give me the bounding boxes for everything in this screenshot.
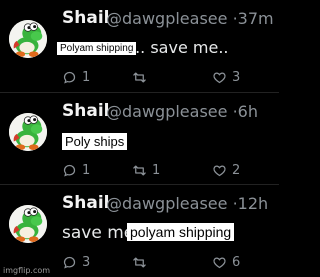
like-count: 6 — [232, 255, 241, 270]
tweet-text: save me — [62, 223, 135, 243]
display-name[interactable]: Shail — [62, 8, 109, 28]
tweet-text: ... save me.. — [130, 38, 229, 57]
reply-icon — [62, 163, 77, 178]
timestamp: 6h — [237, 102, 258, 121]
pasted-text-label: polyam shipping — [127, 223, 235, 241]
reply-button[interactable]: 3 — [62, 255, 90, 270]
handle-and-time[interactable]: @dawgpleasee ·37m — [106, 9, 274, 28]
like-count: 3 — [232, 70, 241, 85]
tweet[interactable]: Shail @dawgpleasee ·6h Poly ships 1 1 2 — [0, 92, 279, 185]
handle: @dawgpleasee — [106, 194, 228, 213]
reply-count: 1 — [82, 70, 91, 85]
reply-count: 3 — [82, 255, 91, 270]
like-button[interactable]: 2 — [212, 163, 240, 178]
pasted-text-label: Poly ships — [62, 133, 128, 150]
retweet-button[interactable]: 1 — [132, 163, 160, 178]
yoshi-avatar-icon[interactable] — [9, 20, 47, 58]
reply-count: 1 — [82, 163, 91, 178]
timestamp: 37m — [237, 9, 274, 28]
reply-icon — [62, 255, 77, 270]
retweet-button[interactable] — [132, 70, 152, 85]
action-bar: 1 1 2 — [62, 163, 272, 181]
like-button[interactable]: 3 — [212, 70, 240, 85]
like-count: 2 — [232, 163, 241, 178]
retweet-count: 1 — [152, 163, 161, 178]
reply-icon — [62, 70, 77, 85]
retweet-icon — [132, 163, 147, 178]
display-name[interactable]: Shail — [62, 101, 109, 121]
reply-button[interactable]: 1 — [62, 163, 90, 178]
tweet[interactable]: Shail @dawgpleasee ·37m Polyam shipping … — [0, 0, 279, 92]
timestamp: 12h — [237, 194, 269, 213]
like-icon — [212, 70, 227, 85]
display-name[interactable]: Shail — [62, 193, 109, 213]
tweet[interactable]: Shail @dawgpleasee ·12h save me polyam s… — [0, 184, 279, 277]
handle-and-time[interactable]: @dawgpleasee ·6h — [106, 102, 258, 121]
retweet-button[interactable] — [132, 255, 152, 270]
retweet-icon — [132, 70, 147, 85]
handle-and-time[interactable]: @dawgpleasee ·12h — [106, 194, 268, 213]
reply-button[interactable]: 1 — [62, 70, 90, 85]
yoshi-avatar-icon[interactable] — [9, 205, 47, 243]
watermark: imgflip.com — [3, 266, 51, 275]
action-bar: 3 6 — [62, 255, 272, 273]
handle: @dawgpleasee — [106, 102, 228, 121]
handle: @dawgpleasee — [106, 9, 228, 28]
like-button[interactable]: 6 — [212, 255, 240, 270]
pasted-text-label: Polyam shipping — [57, 42, 137, 55]
like-icon — [212, 255, 227, 270]
yoshi-avatar-icon[interactable] — [9, 113, 47, 151]
retweet-icon — [132, 255, 147, 270]
action-bar: 1 3 — [62, 70, 272, 88]
like-icon — [212, 163, 227, 178]
